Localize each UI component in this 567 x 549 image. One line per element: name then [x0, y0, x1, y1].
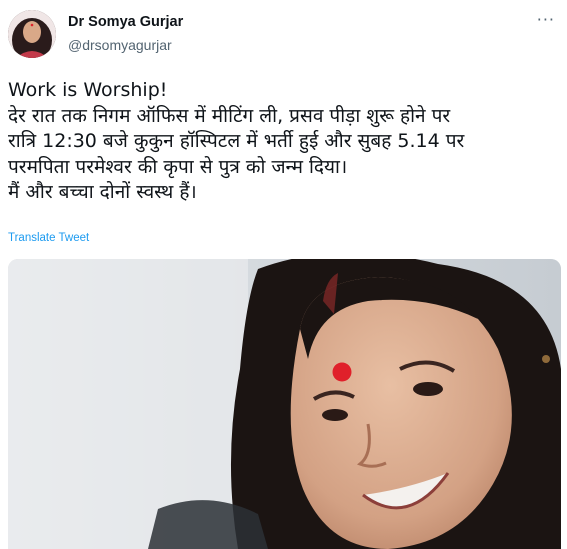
selfie-photo [8, 259, 561, 549]
tweet-header: Dr Somya Gurjar @drsomyagurjar ··· [8, 8, 559, 64]
bindi [332, 362, 352, 382]
tweet: Dr Somya Gurjar @drsomyagurjar ··· Work … [0, 0, 567, 549]
more-horizontal-icon[interactable]: ··· [537, 10, 555, 29]
tweet-line: मैं और बच्चा दोनों स्वस्थ हैं। [8, 181, 197, 203]
tweet-line: परमपिता परमेश्वर की कृपा से पुत्र को जन्… [8, 155, 348, 178]
tweet-line: देर रात तक निगम ऑफिस में मीटिंग ली, प्रस… [8, 104, 451, 127]
tweet-line: रात्रि 12:30 बजे कुकुन हॉस्पिटल में भर्त… [8, 130, 465, 152]
tweet-line: Work is Worship! [8, 79, 168, 101]
avatar[interactable] [8, 10, 56, 58]
author-handle[interactable]: @drsomyagurjar [68, 37, 172, 53]
author-display-name[interactable]: Dr Somya Gurjar [68, 14, 183, 30]
avatar-image [8, 10, 56, 58]
translate-tweet-link[interactable]: Translate Tweet [8, 232, 89, 244]
tweet-photo[interactable] [8, 259, 561, 549]
tweet-text: Work is Worship! देर रात तक निगम ऑफिस मे… [8, 78, 560, 206]
